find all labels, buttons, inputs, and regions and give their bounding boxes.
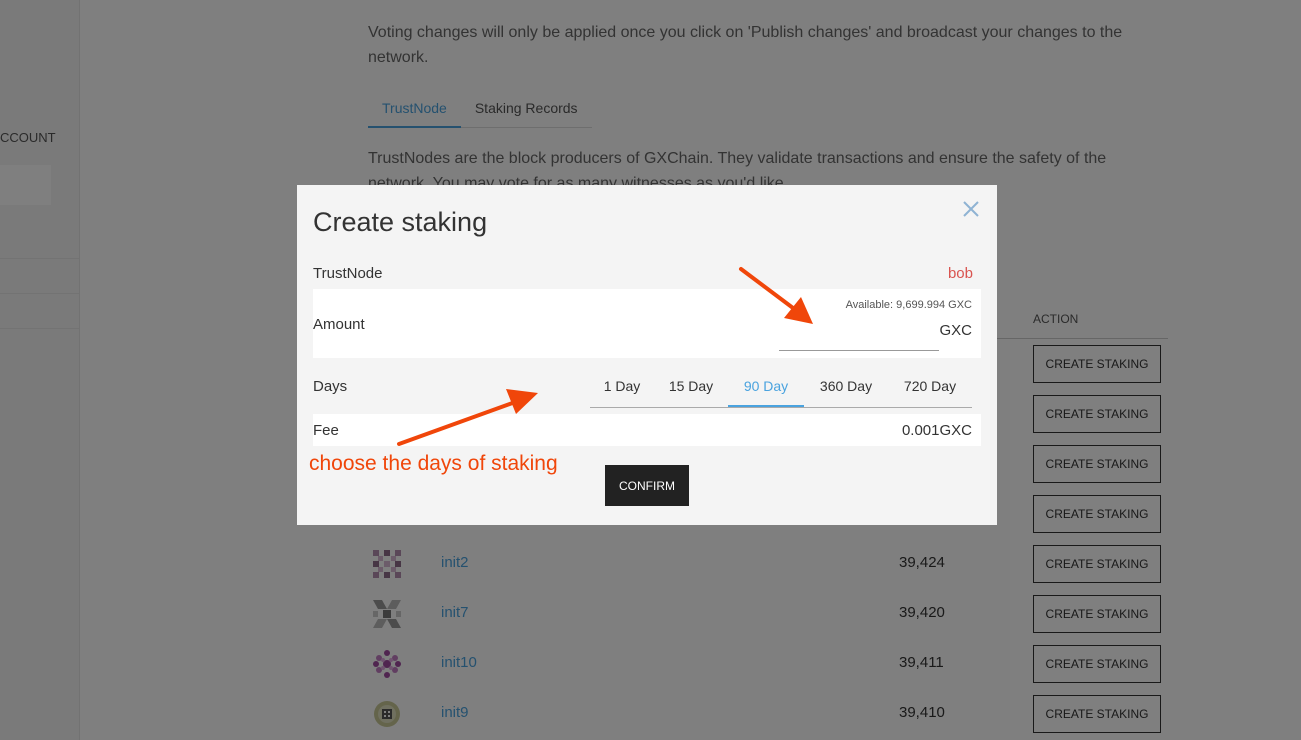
annotation-text: choose the days of staking xyxy=(309,452,558,475)
annotation-arrows xyxy=(397,267,813,446)
